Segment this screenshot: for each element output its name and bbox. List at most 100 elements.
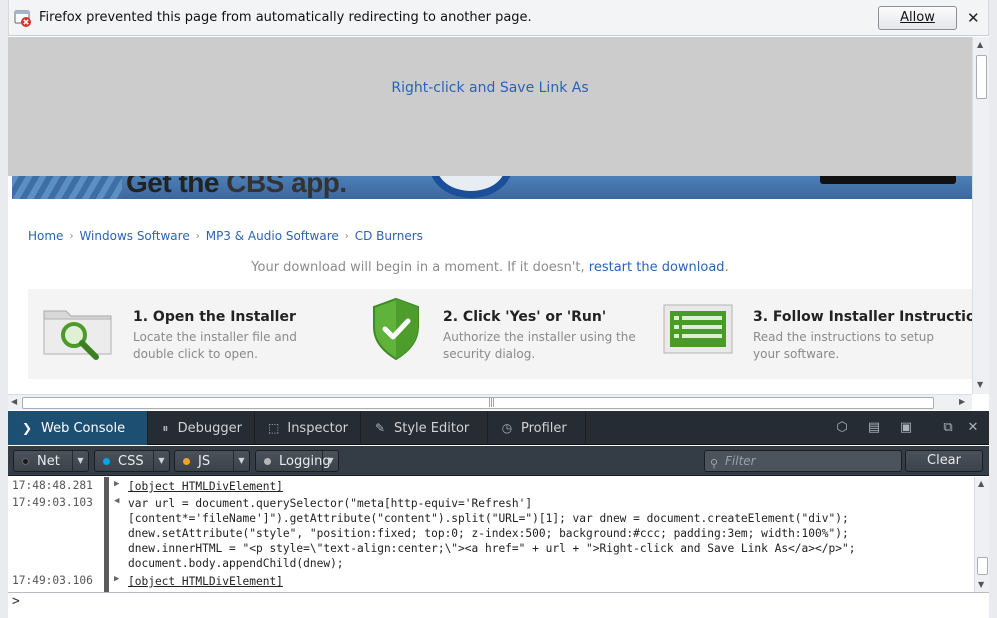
- step-2: 2. Click 'Yes' or 'Run' Authorize the in…: [338, 289, 648, 379]
- separate-window-icon[interactable]: ⧉: [940, 420, 956, 436]
- output-arrow-icon: ▶: [114, 574, 120, 584]
- console-filter-input[interactable]: ⚲ Filter: [704, 450, 902, 472]
- input-arrow-icon: ◀: [114, 496, 120, 506]
- filter-js-label: JS: [198, 453, 211, 469]
- pencil-icon: ✎: [374, 421, 386, 435]
- breadcrumb-mp3-audio[interactable]: MP3 & Audio Software: [206, 229, 339, 243]
- banner-text-a: Get the: [126, 176, 227, 198]
- step-1: 1. Open the Installer Locate the install…: [28, 289, 338, 379]
- window-right-edge: [989, 0, 997, 618]
- page-scroll-thumb[interactable]: [976, 55, 987, 99]
- console-scroll-thumb[interactable]: [977, 557, 988, 575]
- tab-style-editor[interactable]: ✎ Style Editor: [361, 411, 488, 445]
- inspector-box-icon: ⬚: [268, 421, 280, 435]
- close-devtools-icon[interactable]: ✕: [965, 420, 981, 436]
- step-3-desc: Read the instructions to setup your soft…: [753, 330, 934, 361]
- console-object-link[interactable]: [object HTMLDivElement]: [128, 574, 283, 589]
- filter-placeholder: Filter: [725, 454, 756, 468]
- breadcrumb: Home › Windows Software › MP3 & Audio So…: [28, 229, 423, 243]
- filter-css-button[interactable]: CSS ▼: [94, 450, 170, 472]
- step-2-title: 2. Click 'Yes' or 'Run': [443, 309, 607, 325]
- chevron-right-icon: ›: [69, 230, 74, 242]
- ad-banner[interactable]: Get the CBS app.: [12, 176, 972, 199]
- output-arrow-icon: ▶: [114, 479, 120, 489]
- clear-button[interactable]: Clear: [905, 450, 983, 472]
- scroll-left-icon[interactable]: ◀: [11, 397, 17, 406]
- net-dot-icon: [22, 457, 29, 465]
- tab-profiler[interactable]: ◷ Profiler: [488, 411, 586, 445]
- download-message: Your download will begin in a moment. If…: [8, 260, 972, 275]
- console-output: 17:48:48.281 ▶ [object HTMLDivElement] 1…: [8, 477, 974, 592]
- chevron-down-icon[interactable]: ▼: [233, 451, 249, 471]
- console-timestamp: 17:49:03.106: [12, 574, 93, 587]
- install-steps: 1. Open the Installer Locate the install…: [28, 289, 972, 379]
- restart-download-link[interactable]: restart the download: [589, 260, 725, 275]
- window-left-edge: [0, 0, 8, 618]
- chevron-down-icon[interactable]: ▼: [153, 451, 169, 471]
- chevron-right-icon: ›: [195, 230, 200, 242]
- console-scrollbar[interactable]: ▲ ▼: [974, 477, 989, 592]
- folder-search-icon: [43, 310, 112, 360]
- console-filter-toolbar: Net ▼ CSS ▼ JS ▼ Logging ▼ ⚲ Filter Clea…: [8, 446, 989, 476]
- tab-inspector-label: Inspector: [287, 420, 348, 436]
- tab-debugger[interactable]: ⏸ Debugger: [148, 411, 255, 445]
- page-hscroll-thumb[interactable]: |||: [22, 397, 934, 409]
- console-prompt: >: [12, 594, 20, 609]
- tab-web-console-label: Web Console: [41, 420, 126, 436]
- search-icon: ⚲: [710, 457, 719, 470]
- scroll-down-icon[interactable]: ▼: [977, 380, 983, 389]
- tab-profiler-label: Profiler: [521, 420, 567, 436]
- chevron-down-icon[interactable]: ▼: [322, 451, 338, 471]
- pause-circle-icon: ⏸: [162, 421, 169, 435]
- console-chevron-icon: ❯: [21, 421, 33, 435]
- chevron-right-icon: ›: [344, 230, 349, 242]
- filter-net-label: Net: [37, 453, 60, 469]
- step-3: 3. Follow Installer Instructions Read th…: [648, 289, 972, 379]
- console-timestamp: 17:49:03.103: [12, 496, 93, 509]
- filter-js-button[interactable]: JS ▼: [174, 450, 250, 472]
- close-icon[interactable]: ✕: [967, 9, 980, 27]
- tab-debugger-label: Debugger: [177, 420, 242, 436]
- breadcrumb-windows-software[interactable]: Windows Software: [79, 229, 189, 243]
- save-link[interactable]: Right-click and Save Link As: [8, 80, 972, 96]
- shield-check-icon: [373, 297, 419, 361]
- tab-style-editor-label: Style Editor: [394, 420, 470, 436]
- console-timestamp: 17:48:48.281: [12, 479, 93, 492]
- redirect-notification-bar: Firefox prevented this page from automat…: [8, 0, 989, 36]
- filter-logging-button[interactable]: Logging ▼: [255, 450, 339, 472]
- scroll-down-icon[interactable]: ▼: [978, 580, 984, 589]
- css-dot-icon: [103, 457, 110, 465]
- allow-button[interactable]: Allow: [878, 6, 957, 30]
- breadcrumb-home[interactable]: Home: [28, 229, 63, 243]
- dock-side-icon[interactable]: ▣: [898, 420, 914, 436]
- chevron-down-icon[interactable]: ▼: [72, 451, 88, 471]
- banner-text: Get the CBS app.: [126, 176, 347, 199]
- blocked-redirect-icon: [14, 10, 31, 27]
- list-window-icon: [663, 304, 733, 354]
- step-1-desc: Locate the installer file and double cli…: [133, 330, 297, 361]
- responsive-design-icon[interactable]: ▤: [866, 420, 882, 436]
- scratchpad-cube-icon[interactable]: ⬡: [834, 420, 850, 436]
- tab-inspector[interactable]: ⬚ Inspector: [255, 411, 361, 445]
- tab-web-console[interactable]: ❯ Web Console: [8, 411, 148, 445]
- injected-grey-box: Right-click and Save Link As: [8, 37, 972, 176]
- notification-message: Firefox prevented this page from automat…: [39, 10, 532, 25]
- page-horizontal-scrollbar[interactable]: ◀ ||| ▶: [8, 394, 972, 410]
- scroll-up-icon[interactable]: ▲: [977, 40, 983, 49]
- stopwatch-icon: ◷: [501, 421, 513, 435]
- js-dot-icon: [183, 457, 190, 465]
- scroll-right-icon[interactable]: ▶: [959, 397, 965, 406]
- console-input-line[interactable]: >: [8, 592, 989, 612]
- breadcrumb-cd-burners[interactable]: CD Burners: [355, 229, 423, 243]
- devtools-tab-bar: ❯ Web Console ⏸ Debugger ⬚ Inspector ✎ S…: [8, 411, 989, 445]
- filter-css-label: CSS: [118, 453, 144, 469]
- app-store-badge-icon: [820, 176, 956, 184]
- banner-text-b: CBS app.: [226, 176, 347, 198]
- console-input-code: var url = document.querySelector("meta[h…: [128, 497, 856, 570]
- scroll-up-icon[interactable]: ▲: [978, 479, 984, 488]
- filter-net-button[interactable]: Net ▼: [13, 450, 89, 472]
- step-1-title: 1. Open the Installer: [133, 309, 296, 325]
- page-vertical-scrollbar[interactable]: ▲ ▼: [972, 37, 989, 394]
- console-object-link[interactable]: [object HTMLDivElement]: [128, 479, 283, 494]
- logging-dot-icon: [264, 457, 271, 465]
